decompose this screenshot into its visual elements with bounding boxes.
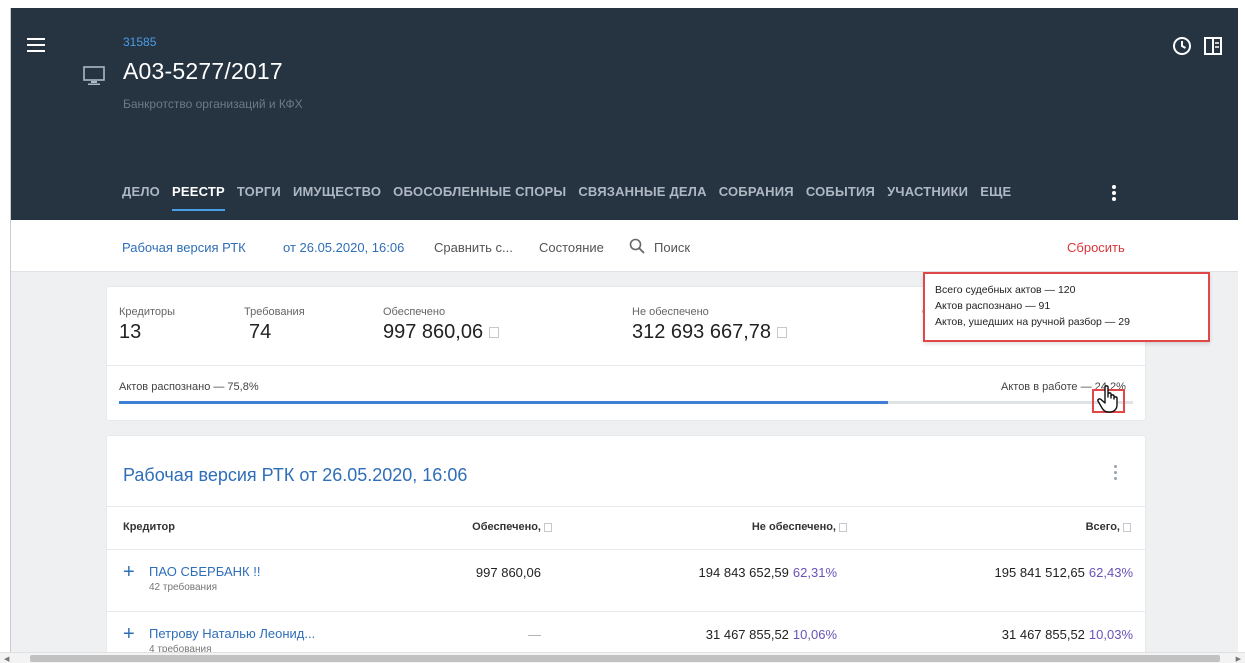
tab-reestr[interactable]: РЕЕСТР <box>171 184 225 211</box>
creditor-claims-count: 42 требования <box>149 582 218 593</box>
tab-participants[interactable]: УЧАСТНИКИ <box>887 184 968 211</box>
column-header-total-label: Всего, <box>1085 521 1120 533</box>
version-date-selector[interactable]: от 26.05.2020, 16:06 <box>283 240 404 255</box>
unsecured-value: 312 693 667,78 <box>632 321 772 343</box>
state-filter[interactable]: Состояние <box>539 240 604 255</box>
recognition-progress-fill <box>119 401 888 404</box>
hamburger-menu-icon[interactable] <box>27 38 45 52</box>
registry-toolbar: Рабочая версия РТК от 26.05.2020, 16:06 … <box>11 220 1238 272</box>
case-header: 31585 А03-5277/2017 Банкротство организа… <box>11 8 1238 220</box>
summary-divider <box>107 365 1145 366</box>
tab-meetings[interactable]: СОБРАНИЯ <box>719 184 794 211</box>
unsecured-amount: 194 843 652,59 <box>698 565 789 580</box>
column-header-unsecured-label: Не обеспечено, <box>751 521 836 533</box>
secured-amount: 997 860,06 <box>475 565 541 580</box>
unsecured-stat: 312 693 667,78 <box>632 321 788 344</box>
table-divider <box>107 506 1145 507</box>
total-percent: 10,03% <box>1088 627 1133 642</box>
tooltip-total-acts: Всего судебных актов — 120 <box>935 284 1076 296</box>
case-number[interactable]: 31585 <box>123 35 156 49</box>
section-tabs: ДЕЛО РЕЕСТР ТОРГИ ИМУЩЕСТВО ОБОСОБЛЕННЫЕ… <box>122 184 1011 211</box>
total-cell: 195 841 512,65 62,43% <box>995 565 1133 580</box>
column-header-creditor[interactable]: Кредитор <box>123 521 175 533</box>
currency-box-icon <box>839 522 847 532</box>
side-panel-icon[interactable] <box>1204 37 1222 55</box>
compare-button[interactable]: Сравнить с... <box>434 240 513 255</box>
currency-box-icon <box>1123 522 1131 532</box>
column-header-secured-label: Обеспечено, <box>472 521 541 533</box>
total-amount: 195 841 512,65 <box>994 565 1085 580</box>
tooltip-manual-acts: Актов, ушедших на ручной разбор — 29 <box>935 316 1130 328</box>
unsecured-cell: 194 843 652,59 62,31% <box>699 565 837 580</box>
claims-value: 74 <box>249 321 272 343</box>
secured-stat: 997 860,06 <box>383 321 500 344</box>
creditors-value: 13 <box>119 321 142 343</box>
expand-plus-icon[interactable]: + <box>123 624 135 644</box>
total-cell: 31 467 855,52 10,03% <box>1002 627 1133 642</box>
tab-more[interactable]: ЕЩЕ <box>980 184 1011 211</box>
horizontal-scrollbar[interactable]: ◀ ▶ <box>0 652 1245 663</box>
table-more-options-icon[interactable] <box>1112 465 1118 485</box>
unsecured-amount: 31 467 855,52 <box>705 627 789 642</box>
case-title: А03-5277/2017 <box>123 58 283 84</box>
tab-events[interactable]: СОБЫТИЯ <box>806 184 875 211</box>
scroll-left-icon[interactable]: ◀ <box>4 655 9 663</box>
case-category: Банкротство организаций и КФХ <box>123 97 303 111</box>
search-icon[interactable] <box>629 238 645 254</box>
acts-tooltip: Всего судебных актов — 120 Актов распозн… <box>923 272 1210 342</box>
tab-related-cases[interactable]: СВЯЗАННЫЕ ДЕЛА <box>578 184 706 211</box>
monitor-icon <box>83 66 105 85</box>
unsecured-label: Не обеспечено <box>632 306 709 318</box>
search-input[interactable]: Поиск <box>654 240 690 255</box>
tooltip-recognized-acts: Актов распознано — 91 <box>935 300 1051 312</box>
unsecured-percent: 10,06% <box>792 627 837 642</box>
tab-separate-disputes[interactable]: ОБОСОБЛЕННЫЕ СПОРЫ <box>393 184 566 211</box>
recognized-label: Актов распознано — 75,8% <box>119 381 259 393</box>
expand-plus-icon[interactable]: + <box>123 562 135 582</box>
column-header-unsecured[interactable]: Не обеспечено, <box>734 521 847 533</box>
creditor-name[interactable]: ПАО СБЕРБАНК !! <box>149 564 260 579</box>
secured-value: 997 860,06 <box>383 321 484 343</box>
reset-button[interactable]: Сбросить <box>1067 240 1125 255</box>
version-selector[interactable]: Рабочая версия РТК <box>122 240 246 255</box>
tab-torgi[interactable]: ТОРГИ <box>237 184 281 211</box>
total-amount: 31 467 855,52 <box>1001 627 1085 642</box>
secured-label: Обеспечено <box>383 306 446 318</box>
claims-label: Требования <box>244 306 305 318</box>
tab-delo[interactable]: ДЕЛО <box>122 184 160 211</box>
unsecured-percent: 62,31% <box>792 565 837 580</box>
total-percent: 62,43% <box>1088 565 1133 580</box>
scroll-right-icon[interactable]: ▶ <box>1236 655 1241 663</box>
more-options-icon[interactable] <box>1111 185 1117 201</box>
currency-box-icon <box>777 327 788 339</box>
table-title: Рабочая версия РТК от 26.05.2020, 16:06 <box>123 465 468 485</box>
history-clock-icon[interactable] <box>1172 36 1192 56</box>
tab-imushchestvo[interactable]: ИМУЩЕСТВО <box>293 184 381 211</box>
secured-amount: — <box>528 627 541 642</box>
recognition-progress-bar <box>119 401 1133 404</box>
currency-box-icon <box>489 327 500 339</box>
creditors-label: Кредиторы <box>119 306 176 318</box>
column-header-secured[interactable]: Обеспечено, <box>459 521 552 533</box>
creditor-name[interactable]: Петрову Наталью Леонид... <box>149 626 315 641</box>
scrollbar-thumb[interactable] <box>30 655 1220 662</box>
currency-box-icon <box>544 522 552 532</box>
table-row[interactable]: + ПАО СБЕРБАНК !! 42 требования 997 860,… <box>107 549 1145 611</box>
column-header-total[interactable]: Всего, <box>1071 521 1131 533</box>
hand-pointer-icon <box>1097 385 1118 413</box>
rtk-table-card: Рабочая версия РТК от 26.05.2020, 16:06 … <box>107 436 1145 663</box>
app-window: 31585 А03-5277/2017 Банкротство организа… <box>10 8 1238 663</box>
unsecured-cell: 31 467 855,52 10,06% <box>706 627 837 642</box>
